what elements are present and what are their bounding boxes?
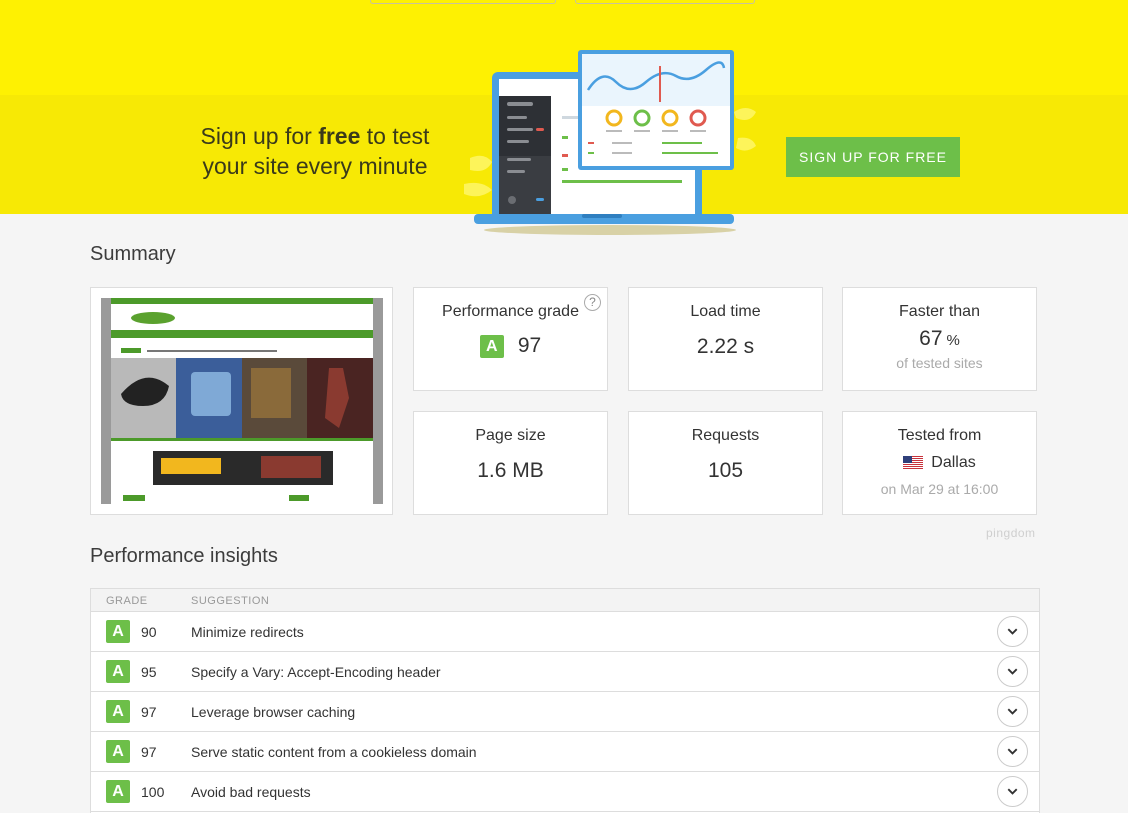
performance-grade-card: ? Performance grade A 97: [413, 287, 608, 391]
promo-text-part: to test: [360, 123, 430, 149]
grade-badge: A: [106, 700, 130, 723]
help-icon[interactable]: ?: [584, 294, 601, 311]
us-flag-icon: [903, 456, 924, 470]
score: 97: [141, 744, 157, 760]
pingdom-logo: pingdom: [986, 526, 1036, 540]
laptop-illustration: [464, 50, 756, 235]
faster-than-card: Faster than 67% of tested sites: [842, 287, 1037, 391]
table-row[interactable]: A 97 Leverage browser caching: [91, 692, 1039, 732]
site-screenshot-card: [90, 287, 393, 515]
faster-than-label: Faster than: [899, 303, 980, 320]
table-row[interactable]: A 90 Minimize redirects: [91, 612, 1039, 652]
tested-from-location: Dallas: [931, 454, 976, 471]
nav-tab-stub[interactable]: [575, 0, 755, 4]
page-size-value: 1.6 MB: [477, 459, 544, 482]
percent-unit: %: [946, 332, 960, 349]
signup-button[interactable]: SIGN UP FOR FREE: [786, 137, 960, 177]
grade-badge: A: [106, 660, 130, 683]
tested-from-label: Tested from: [897, 427, 982, 444]
tested-from-card: Tested from Dallas on Mar 29 at 16:00: [842, 411, 1037, 515]
score: 90: [141, 624, 157, 640]
site-screenshot: [101, 298, 383, 504]
insights-table: GRADE SUGGESTION A 90 Minimize redirects…: [90, 588, 1040, 813]
requests-value: 105: [707, 459, 744, 482]
load-time-label: Load time: [690, 303, 761, 320]
promo-text: Sign up for free to test your site every…: [175, 121, 455, 181]
chevron-down-icon[interactable]: [997, 776, 1028, 807]
table-row[interactable]: A 95 Specify a Vary: Accept-Encoding hea…: [91, 652, 1039, 692]
insights-title: Performance insights: [90, 545, 278, 567]
table-header: GRADE SUGGESTION: [91, 589, 1039, 612]
requests-label: Requests: [691, 427, 760, 444]
suggestion: Avoid bad requests: [191, 784, 311, 800]
suggestion: Minimize redirects: [191, 624, 304, 640]
site-screenshot-image: [111, 298, 373, 504]
promo-text-bold: free: [318, 123, 361, 149]
nav-tab-stub[interactable]: [370, 0, 556, 4]
page-size-label: Page size: [475, 427, 546, 444]
load-time-card: Load time 2.22 s: [628, 287, 823, 391]
grade-badge: A: [106, 740, 130, 763]
load-time-value: 2.22 s: [696, 335, 755, 358]
grade-badge: A: [479, 334, 504, 358]
requests-card: Requests 105: [628, 411, 823, 515]
grade-badge: A: [106, 620, 130, 643]
chevron-down-icon[interactable]: [997, 736, 1028, 767]
performance-grade-value: 97: [517, 334, 542, 357]
summary-title: Summary: [90, 243, 176, 265]
chevron-down-icon[interactable]: [997, 696, 1028, 727]
table-row[interactable]: A 100 Avoid bad requests: [91, 772, 1039, 812]
score: 100: [141, 784, 165, 800]
page-size-card: Page size 1.6 MB: [413, 411, 608, 515]
suggestion: Specify a Vary: Accept-Encoding header: [191, 664, 441, 680]
suggestion: Serve static content from a cookieless d…: [191, 744, 477, 760]
promo-text-line2: your site every minute: [202, 153, 428, 179]
chevron-down-icon[interactable]: [997, 656, 1028, 687]
promo-text-part: Sign up for: [200, 123, 319, 149]
grade-badge: A: [106, 780, 130, 803]
faster-than-sub: of tested sites: [896, 355, 983, 371]
suggestion: Leverage browser caching: [191, 704, 356, 720]
suggestion-column-header: SUGGESTION: [191, 595, 270, 607]
grade-column-header: GRADE: [106, 595, 148, 607]
table-row[interactable]: A 97 Serve static content from a cookiel…: [91, 732, 1039, 772]
score: 95: [141, 664, 157, 680]
performance-grade-label: Performance grade: [442, 303, 579, 320]
score: 97: [141, 704, 157, 720]
chevron-down-icon[interactable]: [997, 616, 1028, 647]
faster-than-value: 67: [919, 327, 943, 350]
tested-from-date: on Mar 29 at 16:00: [880, 481, 999, 497]
